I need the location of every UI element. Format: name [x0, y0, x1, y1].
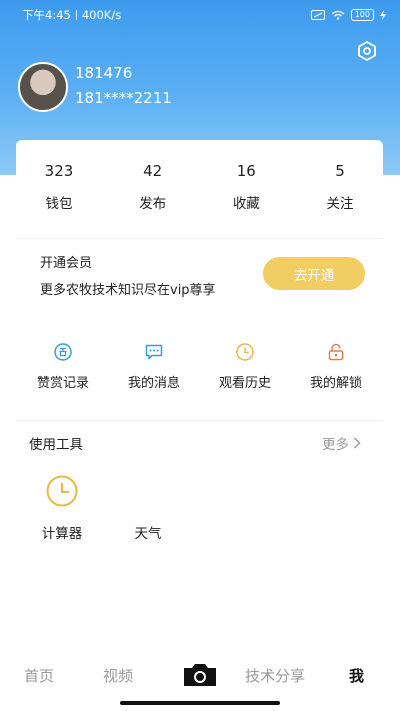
nav-tech-share[interactable]: 技术分享 — [245, 665, 305, 686]
stat-posts[interactable]: 42 发布 — [118, 140, 188, 230]
vip-title: 开通会员 — [40, 256, 93, 271]
settings-hexagon-icon[interactable] — [356, 40, 378, 62]
quick-action-my-unlocks[interactable]: 我的解锁 — [293, 342, 379, 402]
tools-section-header: 使用工具 更多 — [16, 420, 383, 460]
nav-me[interactable]: 我 — [349, 665, 364, 686]
stats-card: 323 钱包 42 发布 16 收藏 5 关注 — [16, 140, 383, 230]
stat-value: 323 — [44, 162, 74, 180]
status-speed: 400K/s — [81, 8, 122, 22]
status-bar: 下午4:45 400K/s 100 — [0, 0, 400, 30]
tools-title: 使用工具 — [29, 437, 83, 453]
quick-action-label: 观看历史 — [218, 376, 271, 391]
quick-actions: 赞赏记录 我的消息 观看历史 我的解锁 — [16, 342, 383, 402]
quick-action-label: 我的消息 — [127, 376, 180, 391]
camera-icon[interactable] — [182, 662, 218, 688]
unlock-icon — [328, 343, 344, 361]
quick-action-reward-records[interactable]: 赞赏记录 — [20, 342, 106, 402]
stat-value: 16 — [236, 162, 256, 180]
quick-action-label: 赞赏记录 — [36, 376, 89, 391]
user-name: 181476 — [75, 64, 133, 82]
tools-more-label: 更多 — [322, 437, 349, 453]
stat-favorites[interactable]: 16 收藏 — [211, 140, 281, 230]
vip-subscribe-button[interactable]: 去开通 — [263, 257, 365, 290]
message-icon — [145, 344, 163, 360]
stat-label: 钱包 — [45, 196, 73, 212]
vip-description: 更多农牧技术知识尽在vip尊享 — [40, 283, 216, 298]
weather-icon-placeholder — [131, 474, 165, 508]
stat-value: 5 — [335, 162, 345, 180]
avatar[interactable] — [18, 62, 68, 112]
nav-video[interactable]: 视频 — [103, 665, 133, 686]
stat-label: 收藏 — [232, 196, 260, 212]
reward-icon — [54, 343, 72, 361]
stat-value: 42 — [143, 162, 163, 180]
tools-more-link[interactable]: 更多 — [322, 433, 361, 453]
home-indicator — [120, 701, 280, 705]
stat-label: 发布 — [139, 196, 167, 212]
tool-label: 计算器 — [41, 526, 83, 542]
quick-action-label: 我的解锁 — [309, 376, 362, 391]
clock-icon — [236, 343, 254, 361]
user-phone: 181****2211 — [75, 89, 172, 107]
clock-icon — [46, 475, 78, 507]
stat-wallet[interactable]: 323 钱包 — [24, 140, 94, 230]
quick-action-my-messages[interactable]: 我的消息 — [111, 342, 197, 402]
wifi-icon — [331, 10, 345, 20]
sim-icon — [310, 10, 325, 20]
quick-action-watch-history[interactable]: 观看历史 — [202, 342, 288, 402]
tool-calculator[interactable]: 计算器 — [34, 474, 90, 542]
stat-following[interactable]: 5 关注 — [305, 140, 375, 230]
charging-icon — [380, 10, 386, 20]
nav-home[interactable]: 首页 — [24, 665, 54, 686]
tool-label: 天气 — [134, 526, 162, 542]
tool-weather[interactable]: 天气 — [120, 474, 176, 542]
battery-icon: 100 — [350, 9, 374, 21]
status-time: 下午4:45 — [22, 8, 71, 22]
vip-card: 开通会员 更多农牧技术知识尽在vip尊享 去开通 — [16, 238, 383, 308]
stat-label: 关注 — [326, 196, 354, 212]
chevron-right-icon — [354, 437, 361, 449]
status-divider — [75, 10, 77, 20]
